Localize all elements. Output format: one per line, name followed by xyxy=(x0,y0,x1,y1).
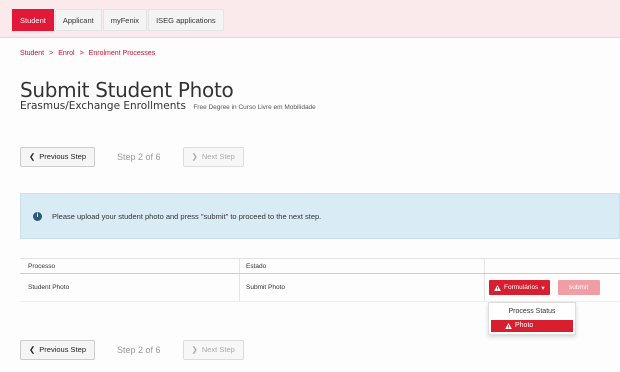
chevron-right-icon: ❯ xyxy=(191,152,198,161)
previous-step-button[interactable]: ❮ Previous Step xyxy=(20,147,95,167)
page-title: Submit Student Photo xyxy=(20,78,234,102)
breadcrumb: Student > Enrol > Enrolment Processes xyxy=(20,50,155,57)
cell-estado: Submit Photo xyxy=(240,274,485,301)
chevron-right-icon: ❯ xyxy=(191,345,198,354)
breadcrumb-separator: > xyxy=(49,50,54,57)
top-navigation-bar: Student Applicant myFenix ISEG applicati… xyxy=(0,0,620,38)
next-step-label: Next Step xyxy=(201,152,235,161)
subtitle-main: Erasmus/Exchange Enrollments xyxy=(20,100,186,112)
breadcrumb-enrolment-processes[interactable]: Enrolment Processes xyxy=(89,50,156,57)
cell-processo: Student Photo xyxy=(20,274,240,301)
breadcrumb-separator: > xyxy=(79,50,84,57)
cell-actions: Formulários ▾ submit xyxy=(485,274,620,301)
caret-down-icon: ▾ xyxy=(541,284,545,292)
header-actions xyxy=(485,259,620,273)
next-step-button[interactable]: ❯ Next Step xyxy=(182,147,244,167)
alert-message: Please upload your student photo and pre… xyxy=(52,211,322,221)
tab-iseg-applications[interactable]: ISEG applications xyxy=(148,9,224,31)
previous-step-label: Previous Step xyxy=(39,152,86,161)
submit-button[interactable]: submit xyxy=(557,280,600,295)
forms-label: Formulários xyxy=(504,284,539,291)
previous-step-label: Previous Step xyxy=(39,345,86,354)
next-step-label: Next Step xyxy=(201,345,235,354)
process-table: Processo Estado Student Photo Submit Pho… xyxy=(20,258,620,302)
warning-icon xyxy=(505,323,512,329)
stepper-top: ❮ Previous Step Step 2 of 6 ❯ Next Step xyxy=(20,147,244,167)
breadcrumb-student[interactable]: Student xyxy=(20,50,44,57)
previous-step-button[interactable]: ❮ Previous Step xyxy=(20,340,95,360)
forms-dropdown-menu: Process Status Photo xyxy=(488,302,576,335)
step-indicator: Step 2 of 6 xyxy=(117,345,161,355)
chevron-left-icon: ❮ xyxy=(29,152,36,161)
stepper-bottom: ❮ Previous Step Step 2 of 6 ❯ Next Step xyxy=(20,340,244,360)
tab-applicant[interactable]: Applicant xyxy=(54,9,102,31)
header-processo: Processo xyxy=(20,259,240,273)
header-estado: Estado xyxy=(240,259,485,273)
page-subtitle: Erasmus/Exchange Enrollments Free Degree… xyxy=(20,100,316,112)
tab-myfenix[interactable]: myFenix xyxy=(102,9,148,31)
next-step-button[interactable]: ❯ Next Step xyxy=(182,340,244,360)
table-row: Student Photo Submit Photo Formulários ▾… xyxy=(20,274,620,302)
forms-dropdown-button[interactable]: Formulários ▾ xyxy=(489,280,550,295)
info-alert: i Please upload your student photo and p… xyxy=(20,193,620,239)
tab-list: Student Applicant myFenix ISEG applicati… xyxy=(12,9,225,31)
subtitle-degree: Free Degree in Curso Livre em Mobilidade xyxy=(193,104,316,111)
info-icon: i xyxy=(33,211,42,221)
menu-item-photo-label: Photo xyxy=(515,322,534,329)
tab-student[interactable]: Student xyxy=(12,9,54,31)
table-header: Processo Estado xyxy=(20,258,620,274)
menu-item-photo[interactable]: Photo xyxy=(491,320,573,332)
chevron-left-icon: ❮ xyxy=(29,345,36,354)
breadcrumb-enrol[interactable]: Enrol xyxy=(58,50,74,57)
menu-item-process-status[interactable]: Process Status xyxy=(489,306,575,318)
warning-icon xyxy=(494,284,501,291)
step-indicator: Step 2 of 6 xyxy=(117,152,161,162)
